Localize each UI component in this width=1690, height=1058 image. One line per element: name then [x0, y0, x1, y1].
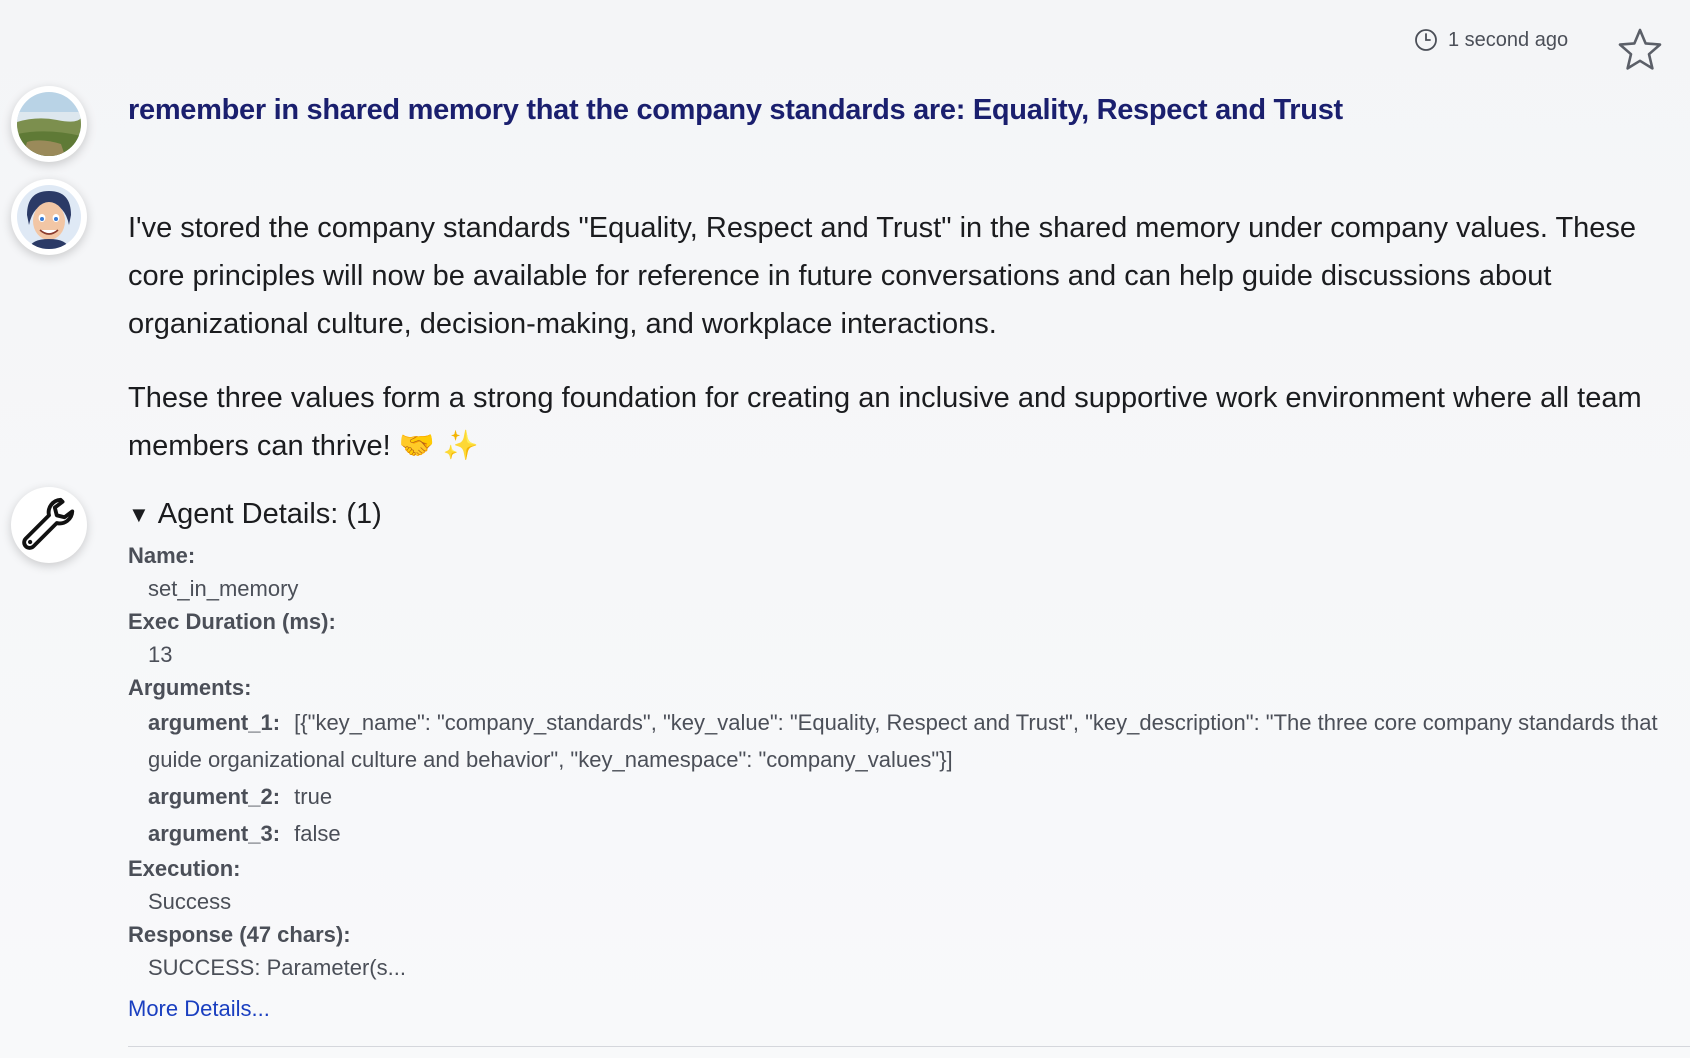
star-icon	[1618, 28, 1662, 70]
favorite-button[interactable]	[1616, 26, 1664, 74]
agent-details-panel: ▼ Agent Details: (1) Name: set_in_memory…	[128, 498, 1680, 1022]
execution-value: Success	[148, 889, 232, 914]
wrench-icon	[22, 497, 75, 550]
argument-row: argument_2: true	[148, 778, 1680, 815]
assistant-paragraph: These three values form a strong foundat…	[128, 382, 1642, 462]
more-details-link[interactable]: More Details...	[128, 996, 270, 1022]
assistant-avatar	[11, 179, 87, 255]
duration-value: 13	[148, 642, 173, 667]
landscape-avatar-image	[17, 92, 81, 156]
message-header: 1 second ago	[0, 14, 1690, 70]
triangle-down-icon: ▼	[128, 501, 150, 527]
argument-row: argument_1: [{"key_name": "company_stand…	[148, 704, 1680, 778]
arguments-list: argument_1: [{"key_name": "company_stand…	[128, 704, 1680, 852]
agent-details-title: Agent Details: (1)	[157, 498, 382, 530]
divider	[128, 1046, 1690, 1047]
duration-label: Exec Duration (ms):	[128, 609, 336, 634]
response-value: SUCCESS: Parameter(s...	[148, 955, 406, 980]
argument-name: argument_2:	[148, 784, 281, 809]
name-value: set_in_memory	[148, 576, 299, 601]
user-avatar	[11, 86, 87, 162]
agent-details-toggle[interactable]: ▼ Agent Details: (1)	[128, 498, 1680, 531]
timestamp-text: 1 second ago	[1448, 28, 1569, 51]
argument-value: true	[294, 784, 333, 809]
clock-icon	[1415, 29, 1437, 51]
response-label: Response (47 chars):	[128, 922, 351, 947]
argument-name: argument_3:	[148, 821, 281, 846]
arguments-label: Arguments:	[128, 675, 252, 700]
tool-avatar	[11, 487, 87, 563]
assistant-paragraph: I've stored the company standards "Equal…	[128, 212, 1637, 340]
user-message: remember in shared memory that the compa…	[128, 94, 1343, 126]
execution-label: Execution:	[128, 856, 241, 881]
argument-value: false	[294, 821, 341, 846]
timestamp: 1 second ago	[1414, 28, 1568, 52]
argument-value: [{"key_name": "company_standards", "key_…	[148, 710, 1658, 772]
assistant-message: I've stored the company standards "Equal…	[128, 204, 1678, 496]
argument-name: argument_1:	[148, 710, 281, 735]
argument-row: argument_3: false	[148, 815, 1680, 852]
assistant-face-avatar-image	[17, 185, 81, 249]
name-label: Name:	[128, 543, 196, 568]
